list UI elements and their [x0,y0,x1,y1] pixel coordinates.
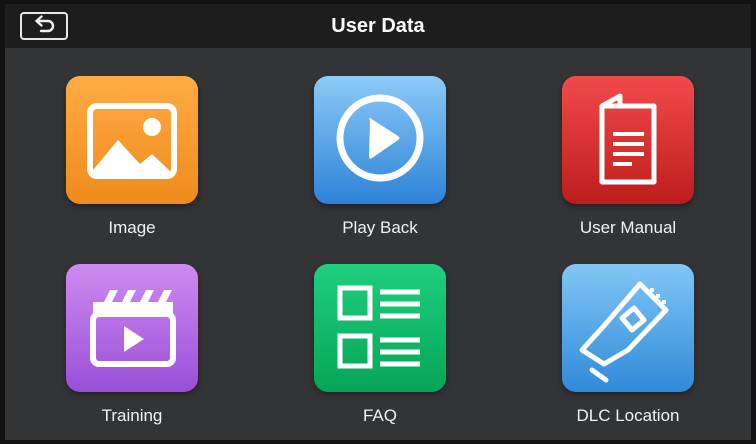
tile-label: FAQ [362,406,397,425]
screen: User Data Image Play Back User Manual Tr… [5,4,751,440]
manual-icon [562,76,694,204]
header-bar: User Data [5,4,751,48]
tile-training[interactable]: Training [32,264,232,429]
faq-list-icon [314,264,446,392]
tile-label: User Manual [579,218,677,237]
tile-play-back[interactable]: Play Back [280,76,480,241]
tile-user-manual[interactable]: User Manual [528,76,728,241]
page-title: User Data [331,15,425,37]
tile-label: Image [108,218,156,237]
tile-label: DLC Location [576,406,680,425]
back-button[interactable] [20,12,68,40]
tile-label: Play Back [342,218,418,237]
clapperboard-icon [66,264,198,392]
tile-image[interactable]: Image [32,76,232,241]
tile-faq[interactable]: FAQ [280,264,480,429]
tile-label: Training [101,406,163,425]
tile-dlc-location[interactable]: DLC Location [528,264,728,429]
dlc-connector-icon [562,264,694,392]
back-arrow-icon [32,14,56,38]
image-icon [66,76,198,204]
play-icon [314,76,446,204]
